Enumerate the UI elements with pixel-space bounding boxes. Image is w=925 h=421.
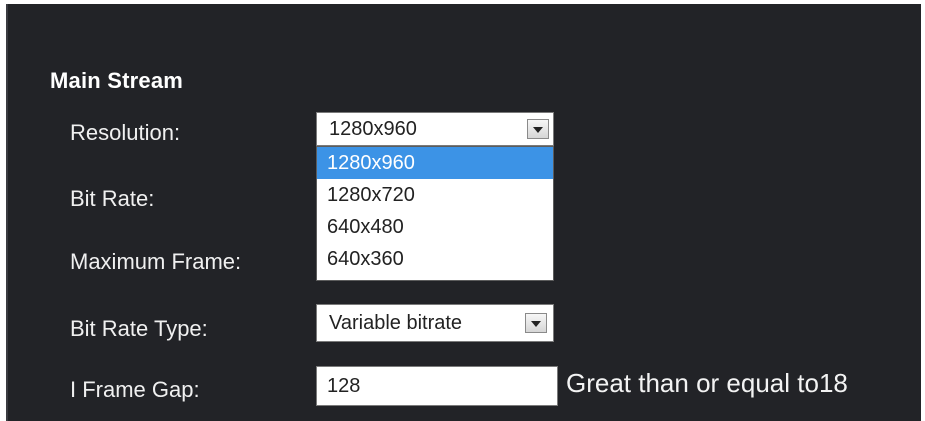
i-frame-gap-label: I Frame Gap: [70,377,200,402]
resolution-option-1280x720[interactable]: 1280x720 [317,179,553,211]
bit-rate-type-selected-value: Variable bitrate [329,312,463,334]
maximum-frame-label: Maximum Frame: [70,249,242,274]
chevron-down-icon[interactable] [527,119,549,139]
resolution-option-640x480[interactable]: 640x480 [317,211,553,243]
main-stream-panel: Main Stream Resolution: Bit Rate: Maximu… [6,4,921,421]
bit-rate-type-label: Bit Rate Type: [70,316,208,341]
section-title: Main Stream [50,68,184,93]
resolution-select[interactable]: 1280x960 [316,112,554,146]
i-frame-gap-hint: Great than or equal to18 [566,368,848,398]
bit-rate-type-select[interactable]: Variable bitrate [316,304,554,342]
i-frame-gap-input[interactable] [316,366,558,406]
resolution-label: Resolution: [70,120,181,145]
resolution-selected-value: 1280x960 [329,118,417,140]
resolution-option-1280x960[interactable]: 1280x960 [317,147,553,179]
page-frame: Main Stream Resolution: Bit Rate: Maximu… [0,0,925,421]
panel-divider [6,4,8,421]
bit-rate-label: Bit Rate: [70,186,155,211]
resolution-option-640x360[interactable]: 640x360 [317,243,553,275]
resolution-dropdown-list[interactable]: 1280x960 1280x720 640x480 640x360 [316,146,554,281]
chevron-down-icon[interactable] [525,313,547,333]
